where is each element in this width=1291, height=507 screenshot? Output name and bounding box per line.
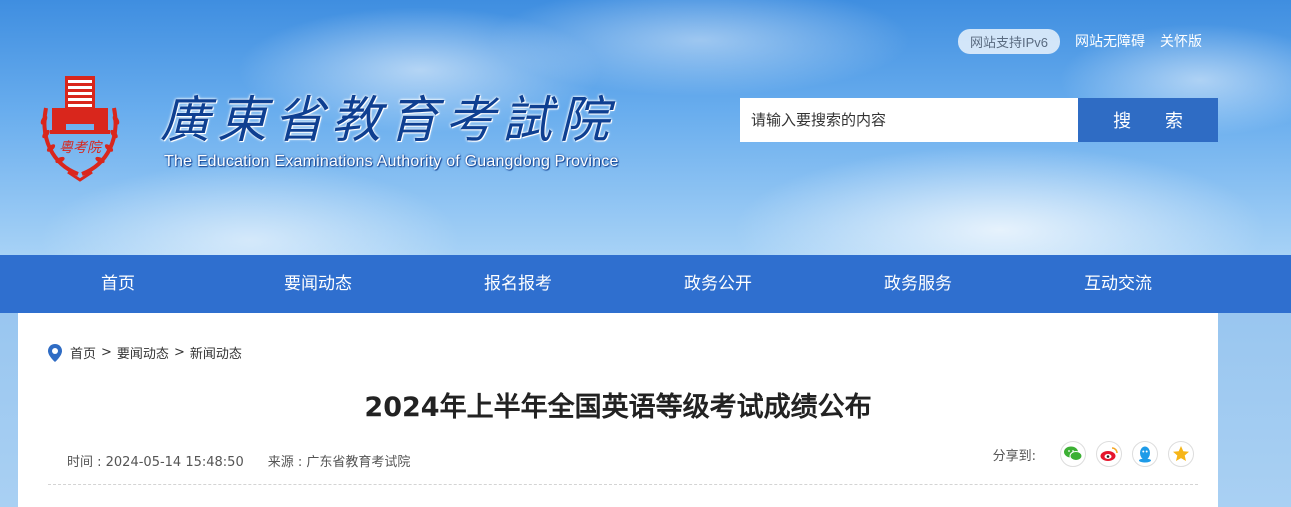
svg-text:粵考院: 粵考院 [59,140,103,156]
logo-emblem[interactable]: 粵考院 [38,68,122,184]
accessibility-link[interactable]: 网站无障碍 [1075,31,1145,51]
site-title-en: The Education Examinations Authority of … [164,153,619,170]
qzone-icon[interactable] [1168,441,1194,467]
breadcrumb-separator: > [173,345,185,360]
header-banner: 粵考院 廣東省教育考試院 The Education Examinations … [0,0,1291,255]
nav-item-gov-info[interactable]: 政务公开 [618,255,818,313]
article-source: 来源 : 广东省教育考试院 [267,455,411,470]
care-mode-link[interactable]: 关怀版 [1160,31,1202,51]
article-card: 首页 > 要闻动态 > 新闻动态 2024年上半年全国英语等级考试成绩公布 时间… [18,313,1218,507]
top-links: 网站支持IPv6 网站无障碍 关怀版 [958,28,1202,54]
breadcrumb-news[interactable]: 要闻动态 [117,343,169,362]
nav-item-news[interactable]: 要闻动态 [218,255,418,313]
share-bar: 分享到: [993,441,1194,467]
divider [48,484,1198,485]
nav-item-gov-service[interactable]: 政务服务 [818,255,1018,313]
article-title: 2024年上半年全国英语等级考试成绩公布 [364,392,872,423]
breadcrumb-current[interactable]: 新闻动态 [190,343,242,362]
ipv6-badge: 网站支持IPv6 [958,28,1061,54]
site-title-cn: 廣東省教育考試院 [160,91,616,149]
breadcrumb: 首页 > 要闻动态 > 新闻动态 [48,343,242,362]
breadcrumb-home[interactable]: 首页 [70,343,96,362]
search-button[interactable]: 搜 索 [1078,98,1218,142]
article-meta: 时间 : 2024-05-14 15:48:50 来源 : 广东省教育考试院 [67,451,410,470]
wechat-icon[interactable] [1060,441,1086,467]
share-label: 分享到: [992,448,1036,464]
article-time: 时间 : 2024-05-14 15:48:50 [67,455,244,470]
nav-item-registration[interactable]: 报名报考 [418,255,618,313]
qq-icon[interactable] [1132,441,1158,467]
search-input[interactable] [740,98,1078,142]
nav-item-interaction[interactable]: 互动交流 [1018,255,1218,313]
main-nav: 首页 要闻动态 报名报考 政务公开 政务服务 互动交流 [0,255,1291,313]
location-pin-icon [48,343,62,362]
weibo-icon[interactable] [1096,441,1122,467]
nav-item-home[interactable]: 首页 [18,255,218,313]
breadcrumb-separator: > [101,345,112,360]
search-bar: 搜 索 [740,98,1218,142]
